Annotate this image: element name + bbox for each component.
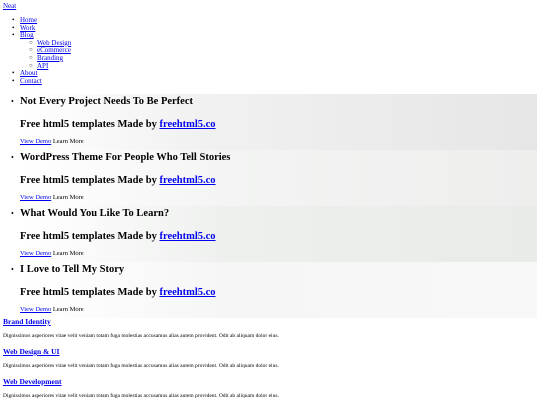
slide-subtitle: Free html5 templates Made by freehtml5.c… (20, 164, 537, 187)
learn-more-button[interactable]: Learn More (53, 250, 84, 257)
learn-more-button[interactable]: Learn More (53, 306, 84, 313)
slide-title: What Would You Like To Learn? (20, 208, 170, 219)
freehtml5-link[interactable]: freehtml5.co (159, 231, 215, 242)
slide-subtitle-text: Free html5 templates Made by (20, 287, 160, 298)
nav-subitem-branding: Branding (0, 54, 71, 63)
view-demo-link[interactable]: View Demo (20, 250, 51, 257)
slide-subtitle-text: Free html5 templates Made by (20, 231, 160, 242)
hero-slide: WordPress Theme For People Who Tell Stor… (0, 150, 537, 206)
freehtml5-link[interactable]: freehtml5.co (159, 119, 215, 130)
hero-slider: Not Every Project Needs To Be Perfect Fr… (0, 94, 537, 318)
service-link-web-design-ui[interactable]: Web Design & UI (3, 347, 59, 356)
learn-more-button[interactable]: Learn More (53, 138, 84, 145)
service-title: Brand Identity (3, 317, 533, 326)
nav-link-contact[interactable]: Contact (20, 77, 42, 85)
service-item: Brand Identity Dignissimos asperiores vi… (3, 317, 533, 347)
freehtml5-link[interactable]: freehtml5.co (159, 175, 215, 186)
service-description: Dignissimos asperiores vitae velit venia… (3, 333, 279, 339)
slide-title: Not Every Project Needs To Be Perfect (20, 96, 193, 107)
service-link-brand-identity[interactable]: Brand Identity (3, 317, 51, 326)
view-demo-link[interactable]: View Demo (20, 306, 51, 313)
slide-title: WordPress Theme For People Who Tell Stor… (20, 152, 231, 163)
site-logo[interactable]: Neat (3, 2, 16, 10)
view-demo-link[interactable]: View Demo (20, 138, 51, 145)
view-demo-link[interactable]: View Demo (20, 194, 51, 201)
service-item: Web Design & UI Dignissimos asperiores v… (3, 347, 533, 377)
nav-item-work: Work (0, 24, 71, 33)
nav-item-contact: Contact (0, 77, 71, 86)
nav-link-api[interactable]: API (37, 62, 48, 70)
services-section: Brand Identity Dignissimos asperiores vi… (3, 317, 533, 407)
service-item: Web Development Dignissimos asperiores v… (3, 377, 533, 407)
service-description: Dignissimos asperiores vitae velit venia… (3, 393, 279, 399)
main-nav: Home Work Blog Web Design eCommerce Bran… (0, 16, 71, 86)
service-title: Web Development (3, 377, 533, 386)
learn-more-button[interactable]: Learn More (53, 194, 84, 201)
nav-link-blog[interactable]: Blog (20, 31, 34, 39)
slide-subtitle: Free html5 templates Made by freehtml5.c… (20, 276, 537, 299)
service-description: Dignissimos asperiores vitae velit venia… (3, 363, 279, 369)
hero-slide: Not Every Project Needs To Be Perfect Fr… (0, 94, 537, 150)
service-link-web-development[interactable]: Web Development (3, 377, 62, 386)
hero-slide: What Would You Like To Learn? Free html5… (0, 206, 537, 262)
slide-subtitle: Free html5 templates Made by freehtml5.c… (20, 220, 537, 243)
hero-slide: I Love to Tell My Story Free html5 templ… (0, 262, 537, 318)
slide-title: I Love to Tell My Story (20, 264, 125, 275)
slide-subtitle: Free html5 templates Made by freehtml5.c… (20, 108, 537, 131)
nav-item-home: Home (0, 16, 71, 25)
slide-subtitle-text: Free html5 templates Made by (20, 175, 160, 186)
freehtml5-link[interactable]: freehtml5.co (159, 287, 215, 298)
slide-subtitle-text: Free html5 templates Made by (20, 119, 160, 130)
service-title: Web Design & UI (3, 347, 533, 356)
